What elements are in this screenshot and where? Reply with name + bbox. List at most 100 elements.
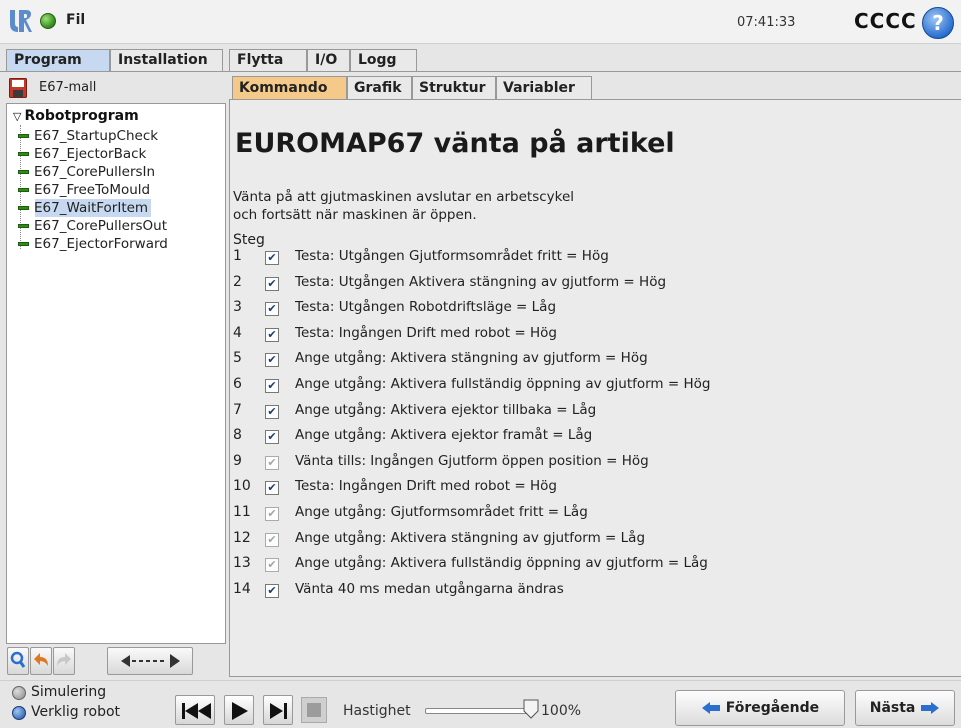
step-text: Vänta 40 ms medan utgångarna ändras [295, 580, 564, 597]
step-text: Ange utgång: Aktivera fullständig öppnin… [295, 376, 711, 392]
step-number: 3 [233, 299, 242, 316]
step-text: Ange utgång: Aktivera ejektor framåt = L… [295, 427, 593, 444]
next-label: Nästa [869, 700, 916, 716]
step-checkbox[interactable]: ✔ [265, 404, 279, 419]
clock: 07:41:33 [737, 15, 796, 30]
tab-io[interactable]: I/O [307, 49, 350, 72]
skip-back-icon [182, 703, 211, 719]
rewind-button[interactable] [175, 695, 215, 725]
tree-item-label: E67_EjectorBack [34, 146, 147, 162]
step-checkbox[interactable]: ✔ [265, 532, 279, 547]
next-button[interactable]: Nästa [855, 690, 955, 726]
step-checkbox[interactable]: ✔ [265, 507, 279, 521]
simulation-radio[interactable] [12, 686, 26, 700]
tree-item-label: E67_FreeToMould [34, 182, 151, 198]
move-arrow-icon [121, 654, 180, 668]
step-text: Vänta tills: Ingången Gjutform öppen pos… [295, 452, 649, 469]
robot-status-icon [40, 13, 56, 29]
step-checkbox[interactable]: ✔ [265, 276, 279, 291]
real-robot-radio[interactable] [12, 706, 26, 720]
redo-button[interactable] [53, 647, 75, 675]
step-number: 11 [233, 504, 251, 520]
tab-flytta[interactable]: Flytta [229, 49, 307, 72]
step-number: 2 [233, 273, 242, 290]
step-text: Testa: Ingången Drift med robot = Hög [295, 478, 557, 495]
tree-item[interactable]: E67_EjectorForward [18, 235, 171, 253]
tree-item[interactable]: E67_CorePullersOut [18, 217, 170, 235]
robot-name: CCCC [854, 9, 917, 33]
node-icon [18, 134, 29, 138]
tree-item-label: E67_EjectorForward [34, 236, 168, 252]
step-text: Testa: Utgången Aktivera stängning av gj… [295, 273, 667, 290]
step-number: 7 [233, 401, 242, 418]
step-number: 12 [233, 529, 251, 546]
tree-item[interactable]: E67_StartupCheck [18, 127, 161, 145]
stop-icon [307, 703, 321, 717]
tab-variabler[interactable]: Variabler [496, 76, 592, 100]
tree-item[interactable]: E67_CorePullersIn [18, 163, 158, 181]
node-icon [18, 188, 29, 192]
search-button[interactable] [7, 647, 29, 675]
undo-icon [34, 653, 48, 666]
tree-root-label: Robotprogram [24, 108, 139, 124]
step-checkbox[interactable]: ✔ [265, 251, 279, 265]
tree-item-selected[interactable]: E67_WaitForItem [18, 199, 152, 217]
expand-triangle-icon[interactable]: ▽ [13, 110, 21, 123]
step-text: Ange utgång: Aktivera stängning av gjutf… [295, 350, 648, 367]
skip-forward-icon [270, 703, 287, 719]
step-checkbox[interactable]: ✔ [265, 353, 279, 368]
step-checkbox[interactable]: ✔ [265, 455, 279, 470]
description-line: och fortsätt när maskinen är öppen. [233, 207, 477, 223]
program-name: E67-mall [39, 80, 97, 95]
tab-grafik[interactable]: Grafik [347, 76, 412, 100]
program-tree: ▽ Robotprogram E67_StartupCheck E67_Eject… [6, 103, 226, 644]
node-icon [18, 206, 29, 210]
main-tabs: Program Installation Flytta I/O Logg [0, 46, 961, 72]
help-icon[interactable]: ? [922, 7, 954, 39]
real-robot-label: Verklig robot [31, 704, 121, 720]
speed-slider-handle[interactable] [523, 699, 539, 719]
previous-button[interactable]: Föregående [675, 690, 845, 726]
step-text: Ange utgång: Aktivera fullständig öppnin… [295, 555, 708, 572]
speed-value: 100% [541, 703, 582, 719]
tab-logg[interactable]: Logg [350, 49, 417, 72]
node-icon [18, 224, 29, 228]
node-icon [18, 170, 29, 174]
step-text: Testa: Utgången Gjutformsområdet fritt =… [295, 248, 609, 264]
step-number: 1 [233, 248, 242, 264]
tree-root[interactable]: ▽ Robotprogram [13, 108, 139, 124]
tab-program[interactable]: Program [6, 49, 110, 72]
speed-slider[interactable] [425, 708, 530, 714]
step-checkbox[interactable]: ✔ [265, 558, 279, 573]
step-checkbox[interactable]: ✔ [265, 430, 279, 445]
step-number: 8 [233, 427, 242, 444]
stop-button[interactable] [301, 697, 327, 723]
tree-connector [20, 125, 21, 249]
step-checkbox[interactable]: ✔ [265, 379, 279, 393]
tree-item-label: E67_CorePullersIn [34, 164, 156, 180]
tree-item[interactable]: E67_EjectorBack [18, 145, 149, 163]
description-line: Vänta på att gjutmaskinen avslutar en ar… [233, 189, 575, 205]
undo-button[interactable] [30, 647, 52, 675]
save-icon[interactable] [9, 78, 27, 98]
simulation-label: Simulering [31, 684, 107, 700]
play-button[interactable] [224, 695, 254, 725]
tree-item-label: E67_StartupCheck [34, 128, 159, 144]
step-number: 5 [233, 350, 242, 367]
tab-struktur[interactable]: Struktur [412, 76, 496, 100]
step-checkbox[interactable]: ✔ [265, 583, 279, 598]
tab-kommando[interactable]: Kommando [232, 76, 347, 100]
step-button[interactable] [263, 695, 293, 725]
tab-installation[interactable]: Installation [110, 49, 223, 72]
step-number: 14 [233, 580, 251, 597]
file-menu[interactable]: Fil [66, 12, 85, 28]
tree-item[interactable]: E67_FreeToMould [18, 181, 153, 199]
previous-label: Föregående [725, 700, 820, 716]
program-header: E67-mall [6, 76, 226, 100]
step-checkbox[interactable]: ✔ [265, 302, 279, 317]
step-checkbox[interactable]: ✔ [265, 327, 279, 342]
move-node-button[interactable] [107, 647, 193, 675]
arrow-left-icon [701, 702, 720, 714]
step-checkbox[interactable]: ✔ [265, 481, 279, 496]
tab-divider [0, 71, 961, 72]
